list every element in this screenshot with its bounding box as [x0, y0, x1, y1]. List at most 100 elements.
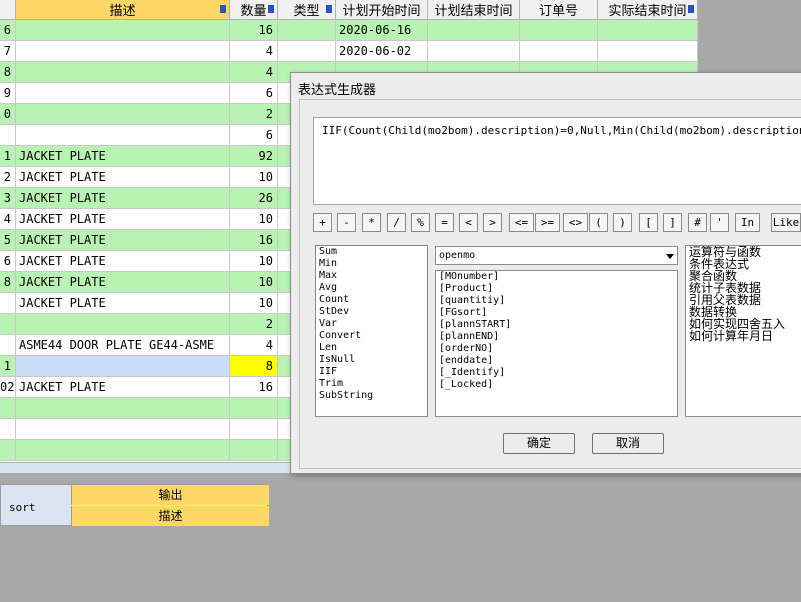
field-item[interactable]: [plannSTART] [436, 319, 677, 331]
field-list[interactable]: [MOnumber] [Product] [quantitiy] [FGsort] [p… [435, 270, 678, 417]
cell-rownum[interactable]: 0 [0, 104, 16, 124]
cell-description[interactable]: JACKET PLATE [16, 293, 230, 313]
field-item[interactable]: [enddate] [436, 355, 677, 367]
function-item[interactable]: Avg [316, 282, 427, 294]
cell-description[interactable]: JACKET PLATE [16, 251, 230, 271]
operator-button[interactable]: <= [509, 213, 534, 232]
cell-quantity[interactable]: 16 [230, 20, 278, 40]
cell-rownum[interactable] [0, 314, 16, 334]
cell-rownum[interactable]: 02 [0, 377, 16, 397]
operator-button[interactable]: [ [639, 213, 658, 232]
field-item[interactable]: [Product] [436, 283, 677, 295]
cell-rownum[interactable]: 4 [0, 209, 16, 229]
cell-description[interactable] [16, 41, 230, 61]
cell-rownum[interactable]: 1 [0, 356, 16, 376]
operator-button[interactable]: ' [710, 213, 729, 232]
function-item[interactable]: Count [316, 294, 427, 306]
cell-description[interactable]: JACKET PLATE [16, 230, 230, 250]
cancel-button[interactable]: 取消 [592, 433, 664, 454]
cell-quantity[interactable]: 16 [230, 377, 278, 397]
cell-quantity[interactable] [230, 419, 278, 439]
cell-rownum[interactable]: 8 [0, 272, 16, 292]
cell-rownum[interactable]: 7 [0, 41, 16, 61]
cell-quantity[interactable]: 2 [230, 104, 278, 124]
function-item[interactable]: IIF [316, 366, 427, 378]
operator-button[interactable]: / [387, 213, 406, 232]
cell-rownum[interactable] [0, 293, 16, 313]
cell-quantity[interactable]: 10 [230, 272, 278, 292]
cell-quantity[interactable]: 4 [230, 62, 278, 82]
help-topic-item[interactable]: 如何计算年月日 [686, 330, 801, 342]
cell-quantity[interactable]: 16 [230, 230, 278, 250]
cell-rownum[interactable]: 9 [0, 83, 16, 103]
table-select[interactable]: openmo [435, 246, 678, 265]
cell-order-no[interactable] [520, 41, 598, 61]
operator-button[interactable]: > [483, 213, 502, 232]
cell-quantity[interactable] [230, 440, 278, 460]
function-item[interactable]: Min [316, 258, 427, 270]
cell-type[interactable] [278, 41, 336, 61]
cell-description[interactable] [16, 356, 230, 376]
cell-description[interactable] [16, 398, 230, 418]
ok-button[interactable]: 确定 [503, 433, 575, 454]
operator-button[interactable]: < [459, 213, 478, 232]
function-item[interactable]: SubString [316, 390, 427, 402]
cell-order-no[interactable] [520, 20, 598, 40]
cell-description[interactable] [16, 104, 230, 124]
cell-quantity[interactable]: 26 [230, 188, 278, 208]
operator-button[interactable]: - [337, 213, 356, 232]
cell-quantity[interactable]: 6 [230, 125, 278, 145]
cell-rownum[interactable] [0, 440, 16, 460]
header-quantity[interactable]: 数量 [230, 0, 278, 19]
function-item[interactable]: IsNull [316, 354, 427, 366]
cell-actual-end[interactable] [598, 41, 698, 61]
header-actual-end[interactable]: 实际结束时间 [598, 0, 698, 19]
header-description[interactable]: 描述 [16, 0, 230, 19]
operator-button[interactable]: = [435, 213, 454, 232]
cell-rownum[interactable] [0, 125, 16, 145]
cell-quantity[interactable]: 8 [230, 356, 278, 376]
function-item[interactable]: Convert [316, 330, 427, 342]
field-item[interactable]: [_Locked] [436, 379, 677, 391]
operator-button[interactable]: ] [663, 213, 682, 232]
field-item[interactable]: [quantitiy] [436, 295, 677, 307]
cell-rownum[interactable]: 3 [0, 188, 16, 208]
cell-quantity[interactable]: 6 [230, 83, 278, 103]
operator-button[interactable]: In [735, 213, 760, 232]
cell-quantity[interactable]: 4 [230, 335, 278, 355]
cell-description[interactable] [16, 440, 230, 460]
function-item[interactable]: Len [316, 342, 427, 354]
cell-description[interactable]: JACKET PLATE [16, 209, 230, 229]
field-item[interactable]: [_Identify] [436, 367, 677, 379]
operator-button[interactable]: ) [613, 213, 632, 232]
cell-rownum[interactable]: 6 [0, 20, 16, 40]
cell-quantity[interactable]: 92 [230, 146, 278, 166]
cell-description[interactable] [16, 62, 230, 82]
cell-rownum[interactable] [0, 419, 16, 439]
header-rownum[interactable] [0, 0, 16, 19]
cell-plan-end[interactable] [428, 20, 520, 40]
cell-description[interactable]: ASME44 DOOR PLATE GE44-ASME [16, 335, 230, 355]
cell-description[interactable] [16, 419, 230, 439]
field-item[interactable]: [plannEND] [436, 331, 677, 343]
function-item[interactable]: Max [316, 270, 427, 282]
cell-plan-start[interactable]: 2020-06-02 [336, 41, 428, 61]
operator-button[interactable]: Like [771, 213, 801, 232]
cell-rownum[interactable]: 1 [0, 146, 16, 166]
cell-plan-end[interactable] [428, 41, 520, 61]
cell-rownum[interactable] [0, 398, 16, 418]
cell-quantity[interactable]: 10 [230, 251, 278, 271]
operator-button[interactable]: * [362, 213, 381, 232]
cell-quantity[interactable]: 2 [230, 314, 278, 334]
cell-quantity[interactable] [230, 398, 278, 418]
operator-button[interactable]: + [313, 213, 332, 232]
sub-grid[interactable]: sort 输出 描述 [0, 484, 269, 526]
sub-grid-cell-output[interactable]: 输出 [71, 485, 269, 505]
cell-description[interactable]: JACKET PLATE [16, 188, 230, 208]
table-row[interactable]: 6 16 2020-06-16 [0, 20, 698, 41]
sub-grid-cell-description[interactable]: 描述 [71, 506, 269, 526]
function-list[interactable]: Sum Min Max Avg Count StDev Var Convert Len IsNul… [315, 245, 428, 417]
field-item[interactable]: [MOnumber] [436, 271, 677, 283]
function-item[interactable]: StDev [316, 306, 427, 318]
cell-description[interactable] [16, 20, 230, 40]
